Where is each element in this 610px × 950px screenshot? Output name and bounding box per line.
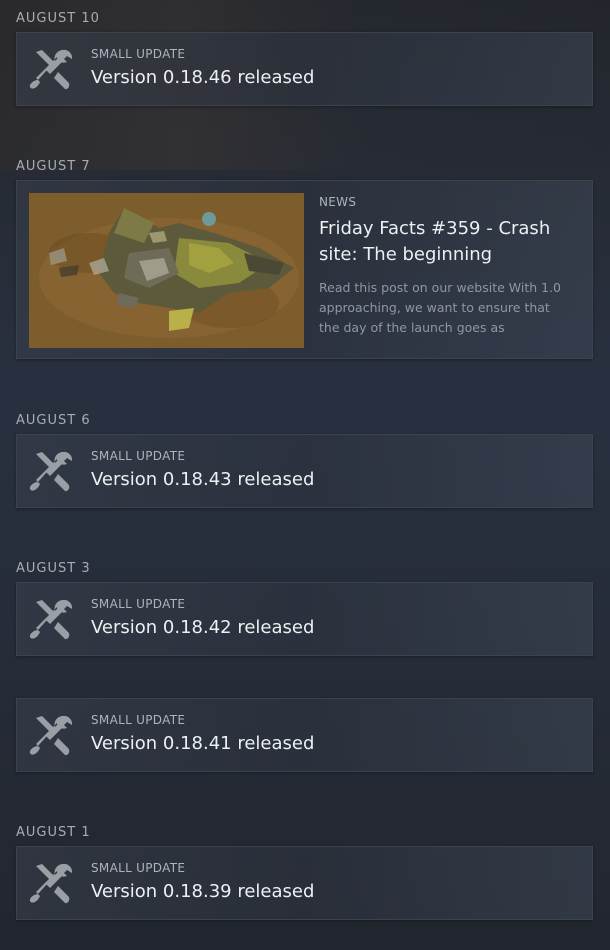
update-card[interactable]: SMALL UPDATE Version 0.18.39 released: [16, 846, 593, 920]
news-text-block: NEWS Friday Facts #359 - Crash site: The…: [319, 195, 569, 338]
wrench-screwdriver-icon: [29, 49, 73, 90]
update-card[interactable]: SMALL UPDATE Version 0.18.42 released: [16, 582, 593, 656]
update-title: Version 0.18.42 released: [91, 617, 315, 638]
update-kind: SMALL UPDATE: [91, 449, 186, 463]
crashed-spaceship-image: [29, 193, 304, 348]
update-kind: SMALL UPDATE: [91, 597, 186, 611]
update-card[interactable]: SMALL UPDATE Version 0.18.41 released: [16, 698, 593, 772]
update-kind: SMALL UPDATE: [91, 861, 186, 875]
update-card[interactable]: SMALL UPDATE Version 0.18.43 released: [16, 434, 593, 508]
update-kind: SMALL UPDATE: [91, 47, 186, 61]
news-summary: Read this post on our website With 1.0 a…: [319, 280, 561, 335]
update-title: Version 0.18.46 released: [91, 67, 315, 88]
news-title[interactable]: Friday Facts #359 - Crash site: The begi…: [319, 216, 569, 268]
news-card[interactable]: NEWS Friday Facts #359 - Crash site: The…: [16, 180, 593, 359]
update-kind: SMALL UPDATE: [91, 713, 186, 727]
date-label: AUGUST 6: [16, 413, 91, 428]
update-title: Version 0.18.41 released: [91, 733, 315, 754]
update-title: Version 0.18.39 released: [91, 881, 315, 902]
date-label: AUGUST 7: [16, 159, 91, 174]
date-label: AUGUST 10: [16, 11, 100, 26]
update-title: Version 0.18.43 released: [91, 469, 315, 490]
date-label: AUGUST 1: [16, 825, 91, 840]
wrench-screwdriver-icon: [29, 451, 73, 492]
news-kind: NEWS: [319, 195, 357, 209]
wrench-screwdriver-icon: [29, 863, 73, 904]
update-card[interactable]: SMALL UPDATE Version 0.18.46 released: [16, 32, 593, 106]
wrench-screwdriver-icon: [29, 715, 73, 756]
date-label: AUGUST 3: [16, 561, 91, 576]
wrench-screwdriver-icon: [29, 599, 73, 640]
